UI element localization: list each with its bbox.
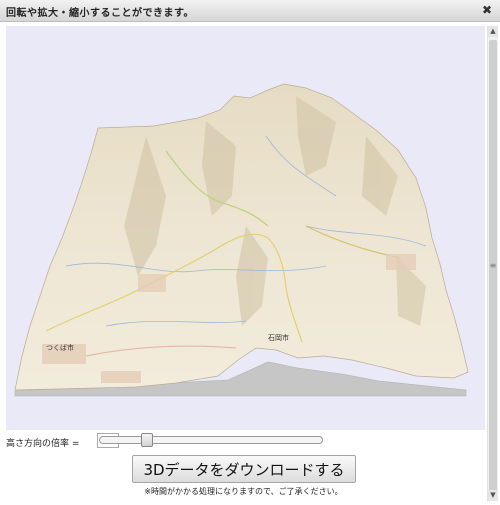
download-note: ※時間がかかる処理になりますので、ご了承ください。 [144, 487, 343, 496]
scroll-thumb[interactable]: ≡ [489, 40, 497, 498]
height-scale-slider-thumb[interactable] [141, 433, 154, 447]
vertical-scrollbar[interactable]: ▲ ≡ ▼ [487, 26, 498, 501]
window-titlebar: 回転や拡大・縮小することができます。 ✖ [0, 0, 500, 22]
height-scale-control: 高さ方向の倍率 = 2.1 [6, 433, 366, 451]
scroll-down-icon[interactable]: ▼ [488, 490, 498, 501]
window-title: 回転や拡大・縮小することができます。 [6, 8, 194, 19]
3d-terrain-map[interactable]: つくば市 石岡市 [6, 26, 485, 430]
3d-map-viewport[interactable]: つくば市 石岡市 [6, 26, 485, 430]
height-scale-label: 高さ方向の倍率 = [6, 439, 80, 449]
height-scale-slider-track[interactable] [99, 436, 323, 444]
download-3d-button[interactable]: 3Dデータをダウンロードする [132, 455, 356, 483]
place-label-ishioka: 石岡市 [268, 333, 289, 342]
scroll-grip-icon: ≡ [489, 261, 497, 270]
place-label-tsukuba: つくば市 [46, 343, 74, 352]
close-icon[interactable]: ✖ [480, 3, 494, 17]
scroll-up-icon[interactable]: ▲ [488, 26, 498, 37]
